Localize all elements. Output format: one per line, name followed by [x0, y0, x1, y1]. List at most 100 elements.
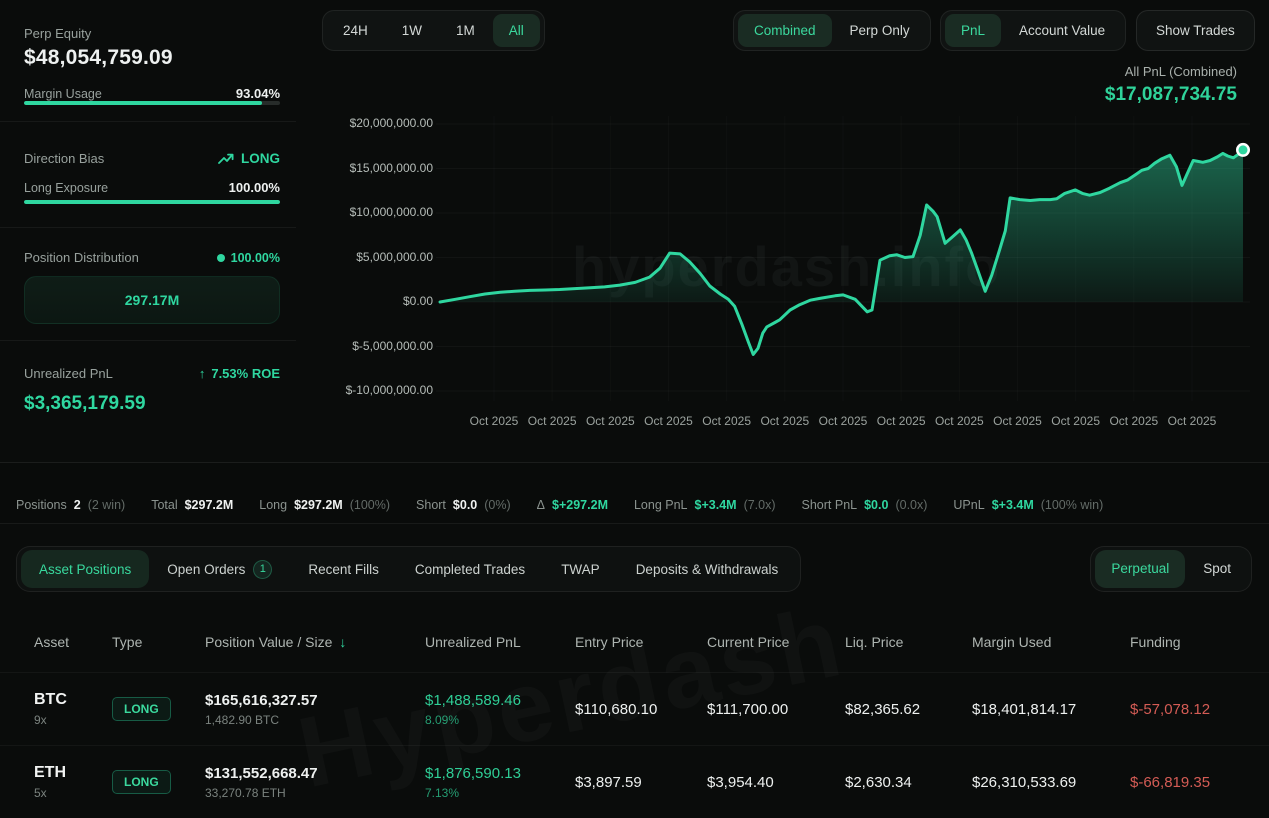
range-24h-button[interactable]: 24H	[327, 14, 384, 47]
x-axis-tick: Oct 2025	[634, 414, 704, 428]
short-value: $0.0	[453, 498, 477, 512]
x-axis-tick: Oct 2025	[924, 414, 994, 428]
arrow-up-icon: ↑	[199, 366, 206, 381]
y-axis-tick: $-5,000,000.00	[333, 339, 433, 353]
header-liq-price[interactable]: Liq. Price	[845, 634, 972, 650]
unrealized-pnl-pct: 8.09%	[425, 713, 575, 727]
scope-toggle-group: Combined Perp Only	[733, 10, 931, 51]
x-axis-tick: Oct 2025	[692, 414, 762, 428]
entry-price: $3,897.59	[575, 774, 707, 791]
asset-symbol: BTC	[34, 691, 112, 709]
position-size: 33,270.78 ETH	[205, 786, 425, 800]
short-pnl-group: Short PnL $0.0 (0.0x)	[802, 498, 928, 512]
unrealized-pnl: $1,876,590.13	[425, 765, 575, 782]
long-pnl-mult: (7.0x)	[744, 498, 776, 512]
spot-button[interactable]: Spot	[1187, 550, 1247, 588]
delta-value: $+297.2M	[552, 498, 608, 512]
x-axis-tick: Oct 2025	[459, 414, 529, 428]
x-axis-tick: Oct 2025	[808, 414, 878, 428]
long-value: $297.2M	[294, 498, 343, 512]
trending-up-icon	[218, 152, 235, 165]
direction-bias-row: Direction Bias LONG	[24, 151, 280, 166]
header-margin-used[interactable]: Margin Used	[972, 634, 1130, 650]
y-axis-tick: $-10,000,000.00	[333, 383, 433, 397]
liq-price: $2,630.34	[845, 774, 972, 791]
short-label: Short	[416, 498, 446, 512]
tab-recent-fills[interactable]: Recent Fills	[290, 550, 397, 588]
tab-label: Completed Trades	[415, 562, 525, 577]
open-orders-badge: 1	[253, 560, 272, 579]
perpetual-button[interactable]: Perpetual	[1095, 550, 1185, 588]
time-range-group: 24H 1W 1M All	[322, 10, 545, 51]
position-distribution-pct: 100.00%	[231, 251, 280, 265]
upnl-label: UPnL	[953, 498, 984, 512]
asset-symbol: ETH	[34, 764, 112, 782]
unrealized-pnl-roe: 7.53% ROE	[211, 366, 280, 381]
funding: $-66,819.35	[1130, 774, 1253, 791]
position-distribution-value: 297.17M	[125, 292, 179, 308]
header-type[interactable]: Type	[112, 634, 205, 650]
table-row-eth[interactable]: ETH 5x LONG $131,552,668.47 33,270.78 ET…	[0, 745, 1269, 818]
margin-usage-label: Margin Usage	[24, 87, 102, 101]
header-unrealized-pnl[interactable]: Unrealized PnL	[425, 634, 575, 650]
market-toggle-group: Perpetual Spot	[1090, 546, 1252, 592]
long-exposure-bar	[24, 200, 280, 204]
positions-label: Positions	[16, 498, 67, 512]
header-position-value[interactable]: Position Value / Size ↓	[205, 634, 425, 650]
range-1m-button[interactable]: 1M	[440, 14, 491, 47]
hyperdash-dashboard: hyperdash.info Hyperdash $20,000,000.00$…	[0, 0, 1269, 818]
tab-deposits-withdrawals[interactable]: Deposits & Withdrawals	[618, 550, 797, 588]
range-all-button[interactable]: All	[493, 14, 540, 47]
positions-count-group: Positions 2 (2 win)	[16, 498, 125, 512]
sidebar-divider	[0, 340, 296, 341]
tab-open-orders[interactable]: Open Orders 1	[149, 550, 290, 588]
x-axis-tick: Oct 2025	[750, 414, 820, 428]
asset-leverage: 9x	[34, 713, 112, 727]
unrealized-pnl-label: Unrealized PnL	[24, 366, 113, 381]
all-pnl-label: All PnL (Combined)	[1125, 64, 1237, 79]
unrealized-pnl: $1,488,589.46	[425, 692, 575, 709]
position-distribution-bar[interactable]: 297.17M	[24, 276, 280, 324]
tab-twap[interactable]: TWAP	[543, 550, 618, 588]
current-price: $3,954.40	[707, 774, 845, 791]
long-pct: (100%)	[350, 498, 390, 512]
header-asset[interactable]: Asset	[34, 634, 112, 650]
entry-price: $110,680.10	[575, 701, 707, 718]
combined-button[interactable]: Combined	[738, 14, 832, 47]
tab-completed-trades[interactable]: Completed Trades	[397, 550, 543, 588]
header-current-price[interactable]: Current Price	[707, 634, 845, 650]
header-entry-price[interactable]: Entry Price	[575, 634, 707, 650]
margin-usage-value: 93.04%	[236, 86, 280, 101]
tab-asset-positions[interactable]: Asset Positions	[21, 550, 149, 588]
perp-only-button[interactable]: Perp Only	[834, 14, 926, 47]
x-axis-tick: Oct 2025	[866, 414, 936, 428]
long-label: Long	[259, 498, 287, 512]
pnl-button[interactable]: PnL	[945, 14, 1001, 47]
long-exposure-value: 100.00%	[229, 180, 280, 195]
range-1w-button[interactable]: 1W	[386, 14, 438, 47]
pnl-chart-plot-area[interactable]	[440, 110, 1250, 410]
delta-group: Δ $+297.2M	[537, 498, 608, 512]
sidebar-divider	[0, 121, 296, 122]
position-value: $131,552,668.47	[205, 765, 425, 782]
positions-summary-bar: Positions 2 (2 win) Total $297.2M Long $…	[0, 462, 1269, 524]
all-pnl-value: $17,087,734.75	[1105, 84, 1237, 106]
y-axis-tick: $0.00	[333, 294, 433, 308]
x-axis-tick: Oct 2025	[517, 414, 587, 428]
short-pnl-label: Short PnL	[802, 498, 858, 512]
header-funding[interactable]: Funding	[1130, 634, 1253, 650]
account-value-button[interactable]: Account Value	[1003, 14, 1121, 47]
show-trades-button[interactable]: Show Trades	[1136, 10, 1255, 51]
long-dot-icon	[217, 254, 225, 262]
short-group: Short $0.0 (0%)	[416, 498, 511, 512]
metric-toggle-group: PnL Account Value	[940, 10, 1126, 51]
unrealized-pnl-value: $3,365,179.59	[24, 393, 146, 415]
long-exposure-bar-fill	[24, 200, 280, 204]
tab-label: Asset Positions	[39, 562, 131, 577]
current-price: $111,700.00	[707, 701, 845, 718]
delta-icon: Δ	[537, 498, 545, 512]
y-axis-tick: $5,000,000.00	[333, 250, 433, 264]
table-row-btc[interactable]: BTC 9x LONG $165,616,327.57 1,482.90 BTC…	[0, 672, 1269, 745]
funding: $-57,078.12	[1130, 701, 1253, 718]
long-group: Long $297.2M (100%)	[259, 498, 390, 512]
